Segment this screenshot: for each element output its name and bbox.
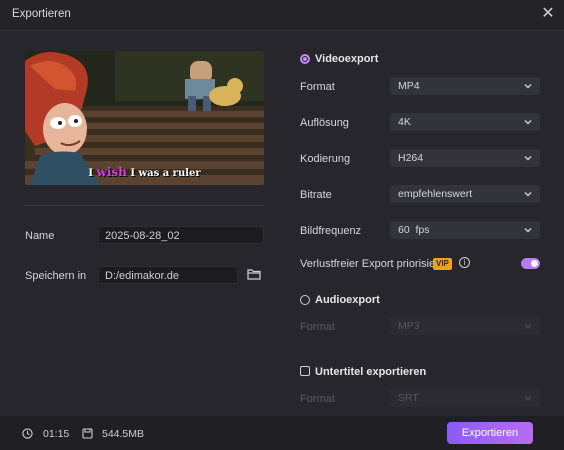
- export-button[interactable]: Exportieren: [447, 422, 533, 444]
- chevron-down-icon: [524, 192, 532, 197]
- folder-icon[interactable]: [247, 268, 261, 280]
- resolution-label: Auflösung: [300, 117, 349, 129]
- chevron-down-icon: [524, 396, 532, 401]
- lossless-toggle[interactable]: [521, 258, 540, 269]
- close-icon[interactable]: ✕: [540, 6, 556, 22]
- chevron-down-icon: [524, 324, 532, 329]
- subtitle-format-select: SRT: [390, 389, 540, 407]
- title-bar: Exportieren ✕: [0, 0, 564, 31]
- dialog-title: Exportieren: [12, 8, 71, 20]
- lossless-label: Verlustfreier Export priorisiert: [300, 258, 442, 270]
- subtitle-format-label: Format: [300, 393, 335, 405]
- framerate-value: 60 fps: [398, 224, 430, 236]
- chevron-down-icon: [524, 156, 532, 161]
- format-value: MP4: [398, 80, 420, 92]
- audio-format-select: MP3: [390, 317, 540, 335]
- video-export-radio[interactable]: [300, 54, 310, 64]
- audio-format-label: Format: [300, 321, 335, 333]
- info-icon[interactable]: i: [459, 257, 470, 268]
- file-size-icon: [82, 428, 93, 439]
- clock-icon: [22, 428, 33, 439]
- duration-text: 01:15: [43, 428, 70, 440]
- resolution-select[interactable]: 4K: [390, 113, 540, 131]
- vip-badge: VIP: [433, 258, 452, 270]
- save-location-label: Speichern in: [25, 270, 87, 282]
- export-dialog: Exportieren ✕ I wish I was a ruler Name …: [0, 0, 564, 450]
- audio-export-label[interactable]: Audioexport: [315, 294, 380, 306]
- subtitle-format-value: SRT: [398, 392, 419, 404]
- format-label: Format: [300, 81, 335, 93]
- framerate-select[interactable]: 60 fps: [390, 221, 540, 239]
- bitrate-select[interactable]: empfehlenswert: [390, 185, 540, 203]
- subtitle-export-checkbox[interactable]: [300, 366, 310, 376]
- encoding-select[interactable]: H264: [390, 149, 540, 167]
- name-input[interactable]: 2025-08-28_02: [98, 226, 264, 244]
- file-size-text: 544.5MB: [102, 428, 145, 440]
- encoding-value: H264: [398, 152, 424, 164]
- chevron-down-icon: [524, 84, 532, 89]
- encoding-label: Kodierung: [300, 153, 351, 165]
- chevron-down-icon: [524, 120, 532, 125]
- video-export-label[interactable]: Videoexport: [315, 53, 378, 65]
- save-location-input[interactable]: D:/edimakor.de: [98, 266, 238, 284]
- audio-format-value: MP3: [398, 320, 420, 332]
- left-divider: [24, 205, 264, 206]
- video-preview: I wish I was a ruler: [25, 51, 264, 185]
- format-select[interactable]: MP4: [390, 77, 540, 95]
- bitrate-value: empfehlenswert: [398, 188, 473, 200]
- resolution-value: 4K: [398, 116, 411, 128]
- audio-export-radio[interactable]: [300, 295, 310, 305]
- name-label: Name: [25, 230, 55, 242]
- framerate-label: Bildfrequenz: [300, 225, 362, 237]
- preview-subtitle: I wish I was a ruler: [25, 165, 264, 179]
- bitrate-label: Bitrate: [300, 189, 332, 201]
- subtitle-text-post: I was a ruler: [126, 168, 201, 179]
- chevron-down-icon: [524, 228, 532, 233]
- subtitle-text-pre: I: [88, 168, 97, 179]
- subtitle-text-highlight: wish: [96, 165, 127, 179]
- subtitle-export-label[interactable]: Untertitel exportieren: [315, 366, 426, 378]
